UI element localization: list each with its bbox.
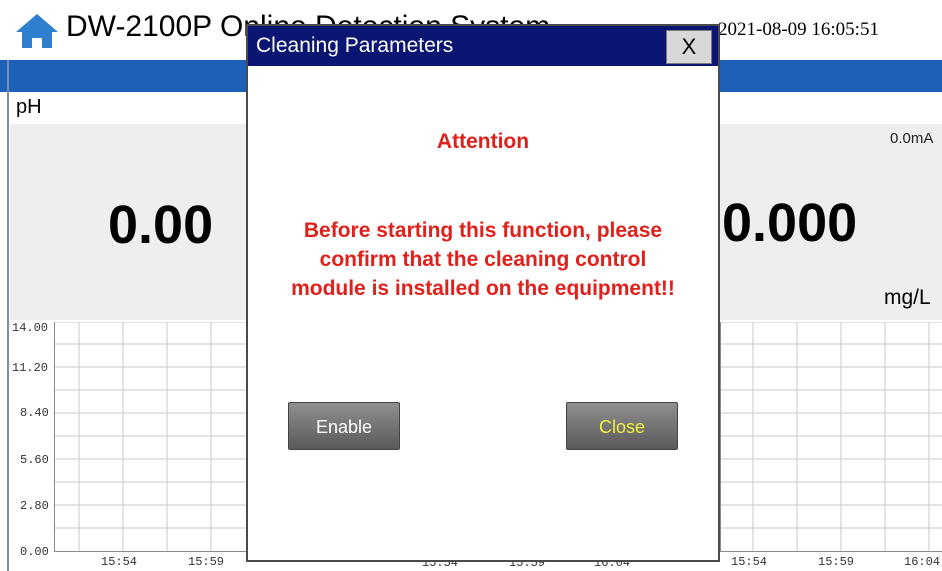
x-tick-label: 15:54 <box>731 555 768 569</box>
close-button[interactable]: Close <box>566 402 678 450</box>
y-tick-label: 0.00 <box>20 545 49 559</box>
attention-heading: Attention <box>436 130 530 153</box>
dialog-close-button[interactable]: X <box>666 30 712 64</box>
concentration-value: 0.000 <box>722 193 858 253</box>
dialog-titlebar: Cleaning Parameters X <box>248 26 718 66</box>
cleaning-parameters-dialog: Cleaning Parameters X Attention Before s… <box>246 24 720 562</box>
left-border <box>7 60 9 571</box>
warning-line: confirm that the cleaning control <box>319 248 647 271</box>
y-tick-label: 5.60 <box>20 453 49 467</box>
concentration-unit: mg/L <box>884 286 931 309</box>
warning-line: Before starting this function, please <box>303 219 663 242</box>
home-icon[interactable] <box>14 12 60 50</box>
y-tick-label: 11.20 <box>12 361 49 375</box>
dialog-title: Cleaning Parameters <box>256 34 454 57</box>
concentration-trend-chart <box>720 322 942 552</box>
datetime-display: 2021-08-09 16:05:51 <box>718 19 879 40</box>
ph-label: pH <box>16 96 42 118</box>
ph-value: 0.00 <box>108 195 214 255</box>
ph-trend-chart <box>54 322 247 552</box>
x-tick-label: 15:54 <box>101 555 138 569</box>
current-output-value: 0.0mA <box>890 130 934 147</box>
y-tick-label: 8.40 <box>20 406 49 420</box>
y-tick-label: 14.00 <box>12 321 49 335</box>
x-tick-label: 15:59 <box>818 555 855 569</box>
x-tick-label: 16:04 <box>904 555 941 569</box>
x-tick-label: 15:59 <box>188 555 225 569</box>
warning-line: module is installed on the equipment!! <box>291 277 675 300</box>
warning-message: Before starting this function, please co… <box>248 216 718 303</box>
enable-button[interactable]: Enable <box>288 402 400 450</box>
y-tick-label: 2.80 <box>20 499 49 513</box>
